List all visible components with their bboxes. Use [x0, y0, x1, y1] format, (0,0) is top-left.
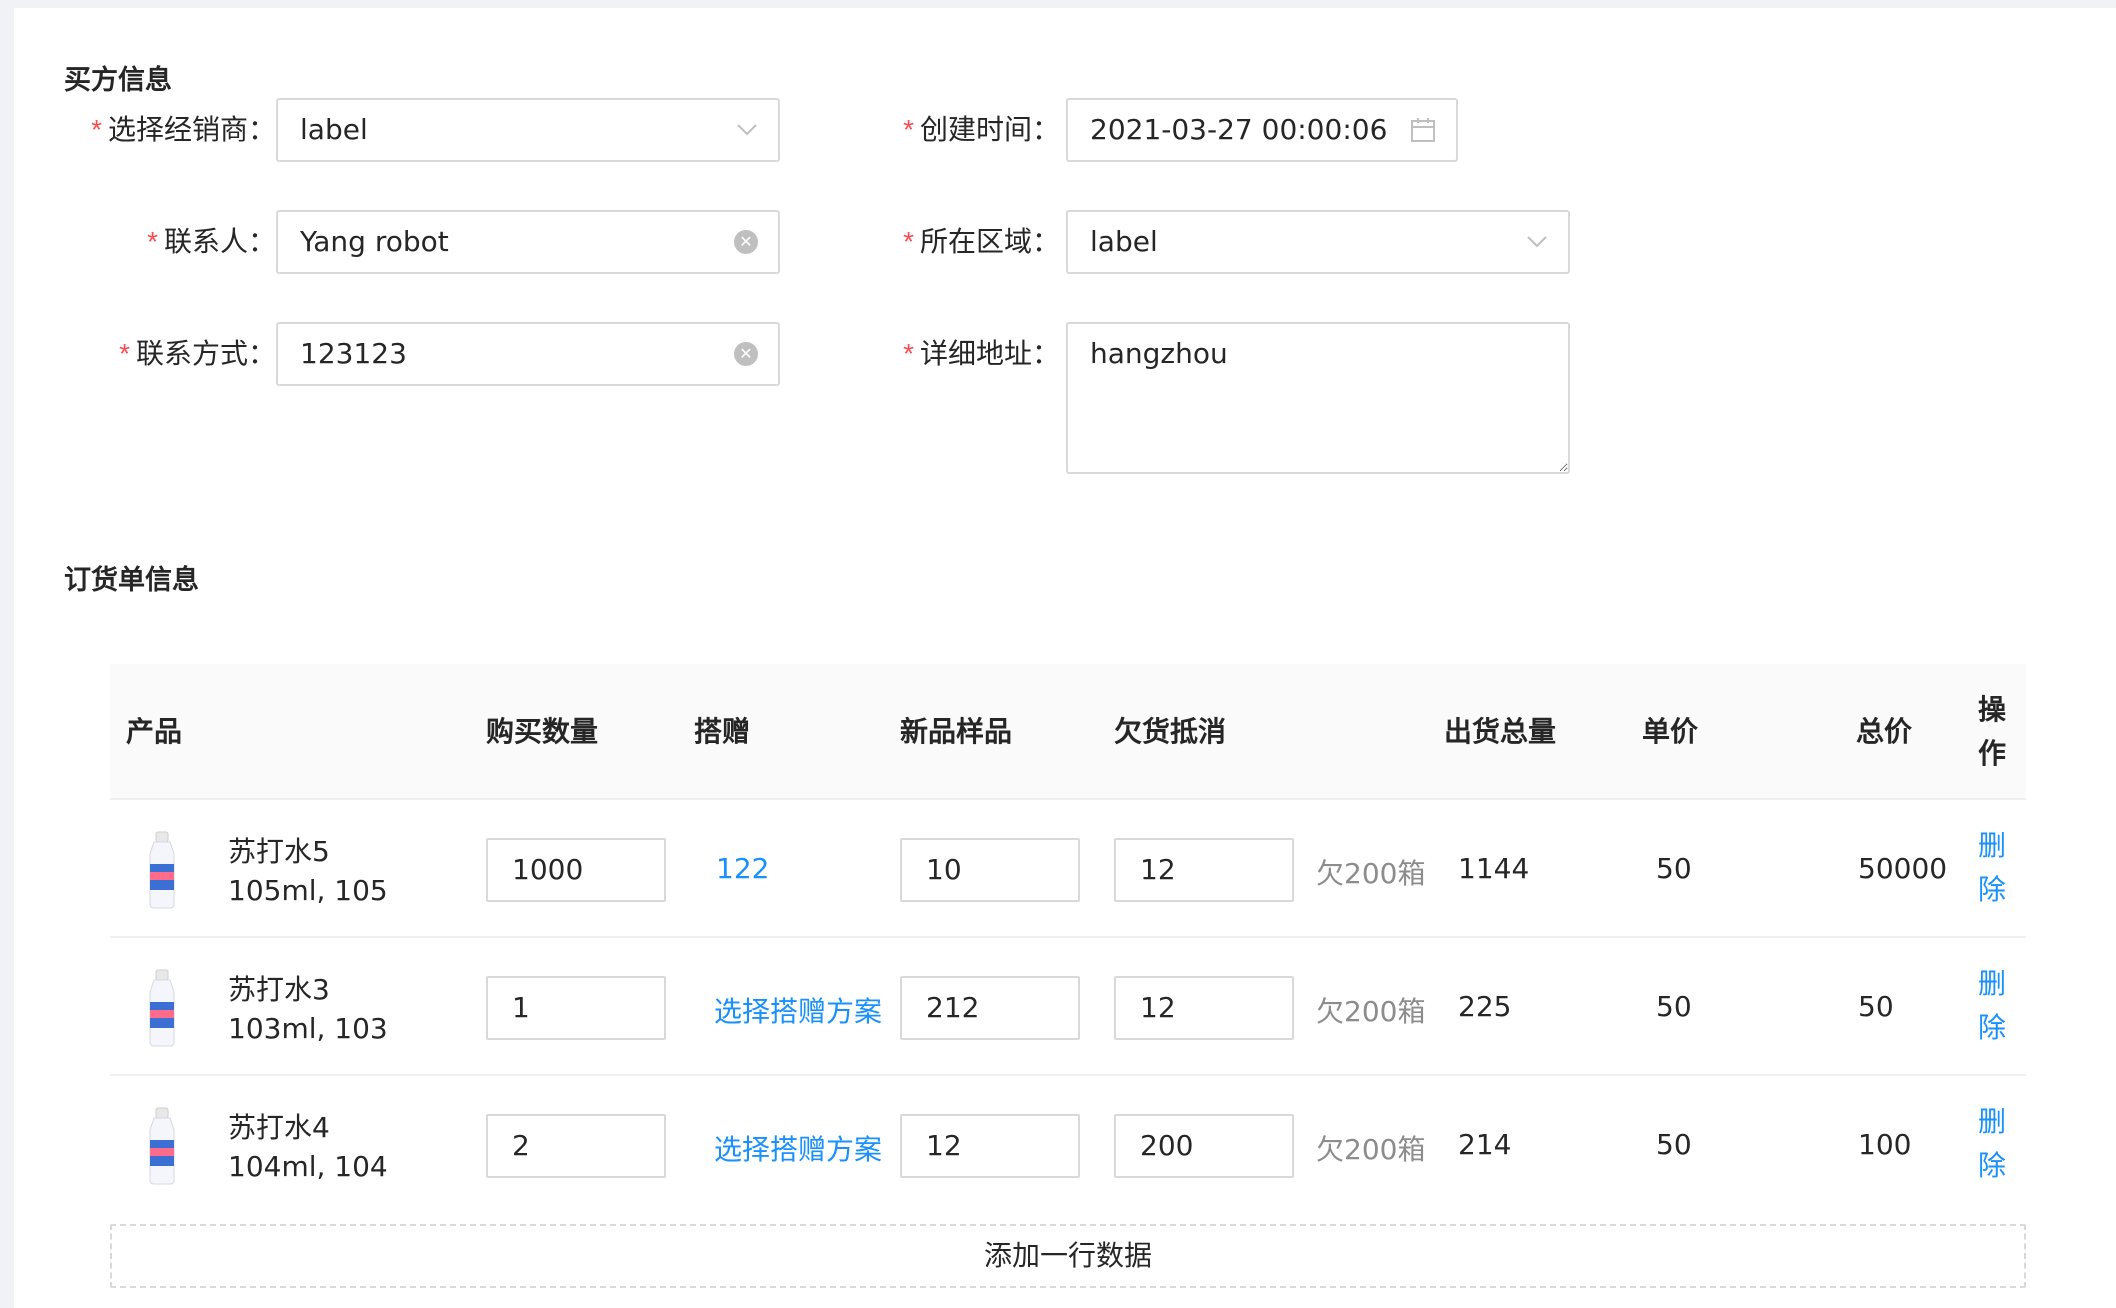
contact-row: * 联系人： Yang robot ✕ [14, 210, 794, 274]
add-row-button[interactable]: 添加一行数据 [110, 1224, 2026, 1288]
product-spec: 105ml, 105 [228, 874, 388, 907]
col-action: 操作 [1978, 693, 2007, 770]
col-offset: 欠货抵消 [1114, 715, 1227, 748]
region-select[interactable]: label [1066, 210, 1570, 274]
product-bottle-image [149, 969, 175, 1047]
created-value: 2021-03-27 00:00:06 [1090, 113, 1388, 146]
sample-input[interactable]: 10 [900, 838, 1080, 902]
gift-link[interactable]: 选择搭赠方案 [714, 990, 882, 1030]
qty-input[interactable]: 1000 [486, 838, 666, 902]
contact-label: * 联系人： [147, 225, 276, 258]
total-qty: 214 [1458, 1128, 1512, 1161]
table-row: 苏打水5 105ml, 105 1000 122 10 12 欠200箱 114… [110, 800, 2026, 938]
dealer-row: * 选择经销商： label [14, 98, 794, 162]
phone-label: * 联系方式： [119, 337, 276, 370]
col-gift: 搭赠 [694, 715, 751, 748]
product-bottle-image [149, 831, 175, 909]
product-spec: 104ml, 104 [228, 1150, 388, 1183]
owed-text: 欠200箱 [1316, 857, 1426, 890]
phone-row: * 联系方式： 123123 ✕ [14, 322, 794, 386]
offset-input[interactable]: 12 [1114, 976, 1294, 1040]
dealer-select[interactable]: label [276, 98, 780, 162]
product-name: 苏打水5 [228, 835, 330, 868]
buyer-info-title: 买方信息 [64, 65, 172, 96]
phone-input[interactable]: 123123 ✕ [276, 322, 780, 386]
table-header: 产品 购买数量 搭赠 新品样品 欠货抵消 出货总量 单价 总价 操作 [110, 664, 2026, 800]
col-sample: 新品样品 [900, 715, 1013, 748]
product-bottle-image [149, 1107, 175, 1185]
delete-link[interactable]: 删除 [1978, 1100, 2018, 1188]
gift-link[interactable]: 选择搭赠方案 [714, 1128, 882, 1168]
sample-input[interactable]: 12 [900, 1114, 1080, 1178]
calendar-icon [1411, 118, 1435, 142]
created-datepicker[interactable]: 2021-03-27 00:00:06 [1066, 98, 1458, 162]
owed-text: 欠200箱 [1316, 1133, 1426, 1166]
offset-input[interactable]: 200 [1114, 1114, 1294, 1178]
total-price: 50 [1858, 990, 1894, 1023]
unit-price: 50 [1656, 852, 1692, 885]
created-label: * 创建时间： [903, 113, 1060, 146]
phone-input-value: 123123 [300, 337, 407, 370]
owed-text: 欠200箱 [1316, 995, 1426, 1028]
chevron-down-icon [737, 124, 757, 136]
order-info-title: 订货单信息 [64, 565, 199, 596]
table-row: 苏打水3 103ml, 103 1 选择搭赠方案 212 12 欠200箱 22… [110, 938, 2026, 1076]
region-row: * 所在区域： label [794, 210, 1794, 274]
qty-input[interactable]: 2 [486, 1114, 666, 1178]
total-qty: 1144 [1458, 852, 1530, 885]
contact-input-value: Yang robot [300, 225, 449, 258]
col-qty: 购买数量 [486, 715, 599, 748]
dealer-select-value: label [300, 113, 368, 146]
product-name: 苏打水4 [228, 1111, 330, 1144]
region-label: * 所在区域： [903, 225, 1060, 258]
delete-link[interactable]: 删除 [1978, 824, 2018, 912]
col-total-price: 总价 [1856, 715, 1913, 748]
address-textarea[interactable]: hangzhou [1066, 322, 1570, 474]
created-row: * 创建时间： 2021-03-27 00:00:06 [794, 98, 1794, 162]
total-price: 100 [1858, 1128, 1912, 1161]
sample-input[interactable]: 212 [900, 976, 1080, 1040]
delete-link[interactable]: 删除 [1978, 962, 2018, 1050]
unit-price: 50 [1656, 1128, 1692, 1161]
total-price: 50000 [1858, 852, 1948, 885]
product-name: 苏打水3 [228, 973, 330, 1006]
table-row: 苏打水4 104ml, 104 2 选择搭赠方案 12 200 欠200箱 21… [110, 1076, 2026, 1214]
offset-input[interactable]: 12 [1114, 838, 1294, 902]
address-row: * 详细地址： hangzhou [794, 322, 1794, 474]
product-spec: 103ml, 103 [228, 1012, 388, 1045]
qty-input[interactable]: 1 [486, 976, 666, 1040]
total-qty: 225 [1458, 990, 1512, 1023]
col-total-qty: 出货总量 [1444, 715, 1557, 748]
region-select-value: label [1090, 225, 1158, 258]
chevron-down-icon [1527, 236, 1547, 248]
unit-price: 50 [1656, 990, 1692, 1023]
col-unit-price: 单价 [1642, 715, 1699, 748]
contact-input[interactable]: Yang robot ✕ [276, 210, 780, 274]
close-circle-icon[interactable]: ✕ [734, 230, 758, 254]
gift-link[interactable]: 122 [716, 852, 769, 885]
dealer-label: * 选择经销商： [91, 113, 276, 146]
buyer-order-card: 买方信息 * 选择经销商： label * 联系人： Yang robot ✕ * 联… [14, 8, 2116, 1308]
close-circle-icon[interactable]: ✕ [734, 342, 758, 366]
col-product: 产品 [126, 715, 183, 748]
address-label: * 详细地址： [903, 337, 1060, 370]
